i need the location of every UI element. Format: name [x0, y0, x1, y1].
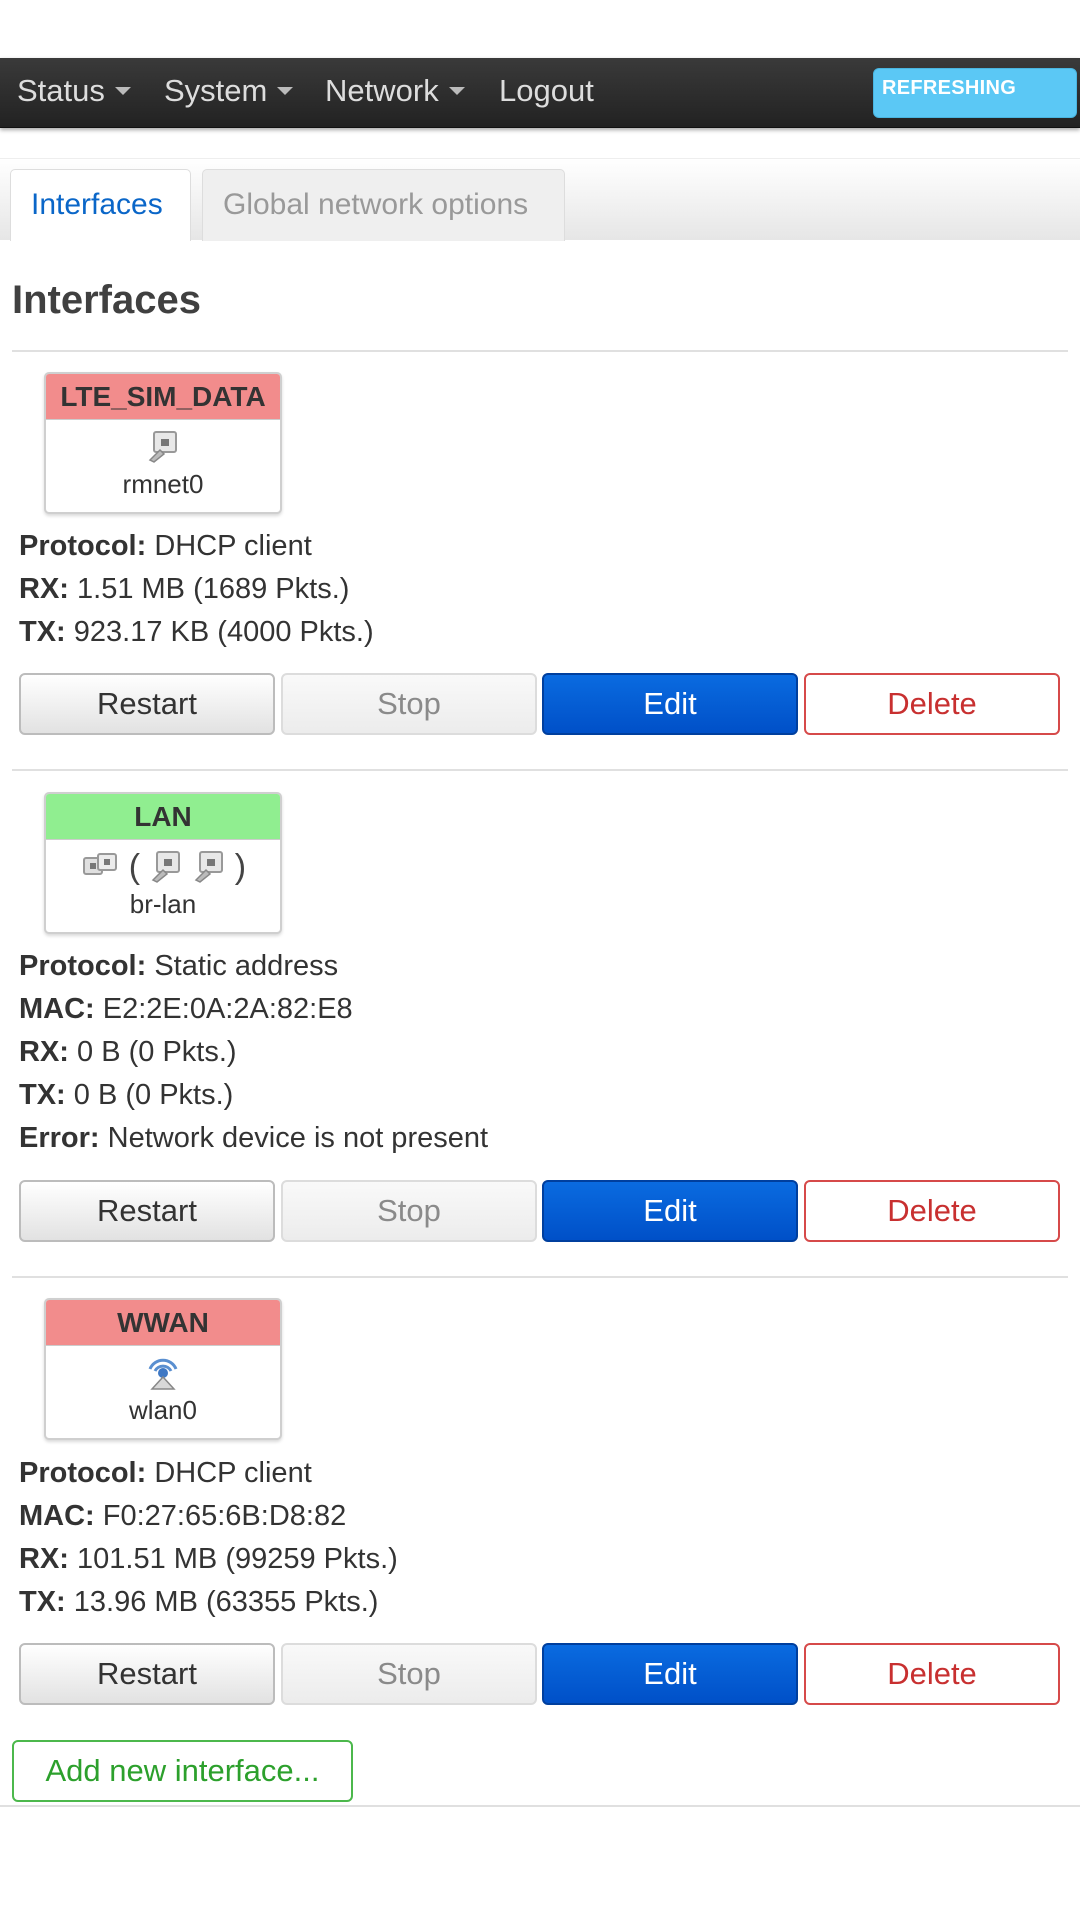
delete-button[interactable]: Delete — [804, 1180, 1060, 1242]
info-value: 923.17 KB (4000 Pkts.) — [73, 616, 374, 648]
edit-button[interactable]: Edit — [542, 1180, 798, 1242]
open-paren: ( — [128, 847, 141, 886]
info-protocol: Protocol: DHCP client — [19, 530, 312, 563]
tab-global-network-options[interactable]: Global network options — [202, 169, 565, 241]
info-label: Protocol: — [19, 530, 147, 562]
divider — [12, 769, 1068, 771]
top-navbar: Status System Network Logout REFRESHING — [0, 58, 1080, 128]
info-label: RX: — [19, 1036, 69, 1068]
info-value: 101.51 MB (99259 Pkts.) — [77, 1543, 398, 1575]
ethernet-port-icon — [148, 430, 177, 463]
info-label: RX: — [19, 573, 69, 605]
stop-button[interactable]: Stop — [281, 673, 537, 735]
info-label: MAC: — [19, 1500, 95, 1532]
tab-interfaces[interactable]: Interfaces — [10, 169, 191, 241]
info-rx: RX: 1.51 MB (1689 Pkts.) — [19, 573, 349, 606]
info-rx: RX: 0 B (0 Pkts.) — [19, 1036, 237, 1069]
info-protocol: Protocol: Static address — [19, 950, 338, 983]
interface-device: br-lan — [129, 889, 197, 919]
refreshing-status-badge[interactable]: REFRESHING — [873, 68, 1077, 118]
interface-badge-lan: LAN ( ) br-lan — [44, 792, 282, 934]
divider — [12, 1276, 1068, 1278]
divider — [0, 1805, 1080, 1807]
divider — [12, 350, 1068, 352]
nav-network-menu[interactable]: Network — [325, 58, 465, 128]
info-tx: TX: 0 B (0 Pkts.) — [19, 1079, 233, 1112]
interface-device: rmnet0 — [122, 469, 204, 499]
info-value: Network device is not present — [107, 1122, 489, 1154]
info-tx: TX: 13.96 MB (63355 Pkts.) — [19, 1586, 378, 1619]
info-value: 0 B (0 Pkts.) — [77, 1036, 237, 1068]
stop-button[interactable]: Stop — [281, 1180, 537, 1242]
info-label: TX: — [19, 1079, 66, 1111]
interface-name: WWAN — [46, 1300, 280, 1346]
page-title: Interfaces — [12, 278, 201, 322]
interface-name: LTE_SIM_DATA — [46, 374, 280, 420]
ethernet-port-icon — [194, 850, 223, 883]
info-value: E2:2E:0A:2A:82:E8 — [102, 993, 353, 1025]
interface-icons — [46, 1346, 280, 1392]
info-value: DHCP client — [154, 1457, 312, 1489]
chevron-down-icon — [448, 86, 465, 95]
info-mac: MAC: F0:27:65:6B:D8:82 — [19, 1500, 346, 1533]
nav-status-label: Status — [17, 73, 105, 108]
info-error: Error: Network device is not present — [19, 1122, 488, 1155]
interface-badge-lte-sim-data: LTE_SIM_DATA rmnet0 — [44, 372, 282, 514]
info-value: Static address — [154, 950, 339, 982]
chevron-down-icon — [277, 86, 294, 95]
info-tx: TX: 923.17 KB (4000 Pkts.) — [19, 616, 374, 649]
info-value: 0 B (0 Pkts.) — [73, 1079, 234, 1111]
ethernet-port-icon — [151, 850, 180, 883]
delete-button[interactable]: Delete — [804, 673, 1060, 735]
info-label: MAC: — [19, 993, 95, 1025]
interface-device: wlan0 — [129, 1395, 197, 1425]
wireless-icon — [148, 1358, 178, 1390]
delete-button[interactable]: Delete — [804, 1643, 1060, 1705]
interface-name: LAN — [46, 794, 280, 840]
nav-system-menu[interactable]: System — [164, 58, 294, 128]
edit-button[interactable]: Edit — [542, 673, 798, 735]
tab-strip: Interfaces Global network options — [0, 158, 1080, 241]
info-label: Protocol: — [19, 1457, 147, 1489]
stop-button[interactable]: Stop — [281, 1643, 537, 1705]
info-value: F0:27:65:6B:D8:82 — [102, 1500, 347, 1532]
close-paren: ) — [234, 847, 247, 886]
info-rx: RX: 101.51 MB (99259 Pkts.) — [19, 1543, 398, 1576]
info-protocol: Protocol: DHCP client — [19, 1457, 312, 1490]
restart-button[interactable]: Restart — [19, 1180, 275, 1242]
nav-status-menu[interactable]: Status — [17, 58, 131, 128]
info-label: RX: — [19, 1543, 69, 1575]
interface-badge-wwan: WWAN wlan0 — [44, 1298, 282, 1440]
restart-button[interactable]: Restart — [19, 673, 275, 735]
add-new-interface-button[interactable]: Add new interface... — [12, 1740, 353, 1802]
nav-network-label: Network — [325, 73, 439, 108]
info-mac: MAC: E2:2E:0A:2A:82:E8 — [19, 993, 353, 1026]
info-label: TX: — [19, 1586, 66, 1618]
info-value: 13.96 MB (63355 Pkts.) — [73, 1586, 379, 1618]
chevron-down-icon — [114, 86, 131, 95]
interface-icons — [46, 420, 280, 466]
bridge-icon — [82, 852, 117, 875]
interface-icons: ( ) — [46, 840, 280, 886]
restart-button[interactable]: Restart — [19, 1643, 275, 1705]
info-label: Error: — [19, 1122, 100, 1154]
edit-button[interactable]: Edit — [542, 1643, 798, 1705]
info-value: 1.51 MB (1689 Pkts.) — [77, 573, 350, 605]
info-label: Protocol: — [19, 950, 147, 982]
nav-logout-label: Logout — [499, 73, 594, 108]
nav-system-label: System — [164, 73, 268, 108]
info-label: TX: — [19, 616, 66, 648]
nav-logout-link[interactable]: Logout — [499, 58, 594, 128]
info-value: DHCP client — [154, 530, 312, 562]
